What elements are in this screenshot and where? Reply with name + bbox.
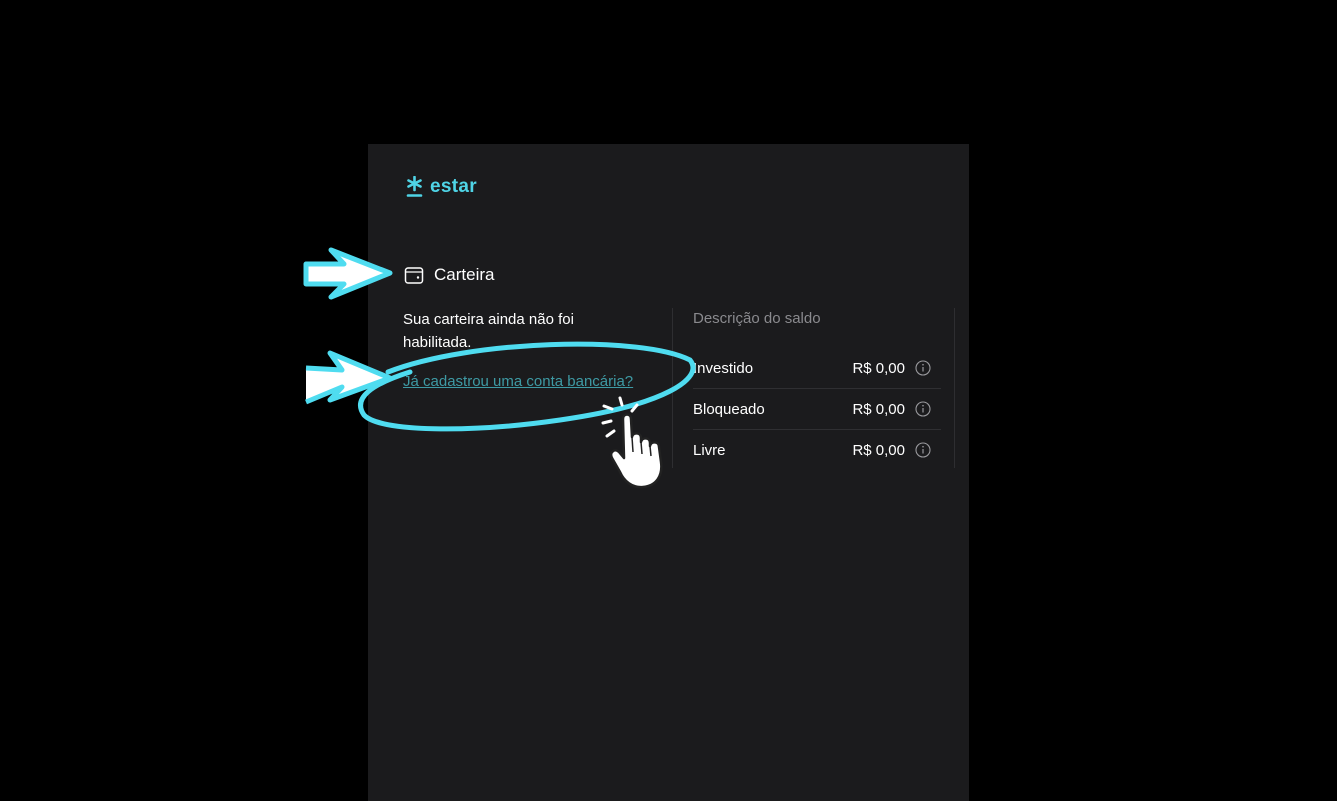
balance-row-livre: Livre R$ 0,00: [693, 430, 941, 470]
column-divider: [672, 308, 673, 468]
balance-row-investido: Investido R$ 0,00: [693, 348, 941, 389]
panel-edge-divider: [954, 308, 955, 468]
info-icon[interactable]: [915, 360, 931, 376]
brand-logo[interactable]: estar: [406, 176, 477, 198]
star-icon: [406, 176, 423, 197]
info-icon[interactable]: [915, 442, 931, 458]
balance-label: Bloqueado: [693, 400, 765, 418]
wallet-title: Carteira: [434, 265, 495, 284]
balance-value: R$ 0,00: [852, 359, 905, 377]
brand-name: estar: [430, 176, 477, 197]
balance-value: R$ 0,00: [852, 400, 905, 418]
wallet-header: Carteira: [404, 265, 494, 285]
balance-row-bloqueado: Bloqueado R$ 0,00: [693, 389, 941, 430]
wallet-status-text: Sua carteira ainda não foi habilitada.: [403, 311, 574, 351]
balance-description: Descrição do saldo Investido R$ 0,00 Blo…: [693, 308, 941, 470]
balance-label: Investido: [693, 359, 754, 377]
balance-label: Livre: [693, 441, 726, 459]
wallet-panel: estar Carteira Sua carteira ainda não fo…: [368, 144, 969, 801]
balance-title: Descrição do saldo: [693, 310, 821, 327]
info-icon[interactable]: [915, 401, 931, 417]
bank-account-link[interactable]: Já cadastrou uma conta bancária?: [403, 373, 633, 390]
balance-value: R$ 0,00: [852, 441, 905, 459]
wallet-icon: [404, 267, 424, 284]
